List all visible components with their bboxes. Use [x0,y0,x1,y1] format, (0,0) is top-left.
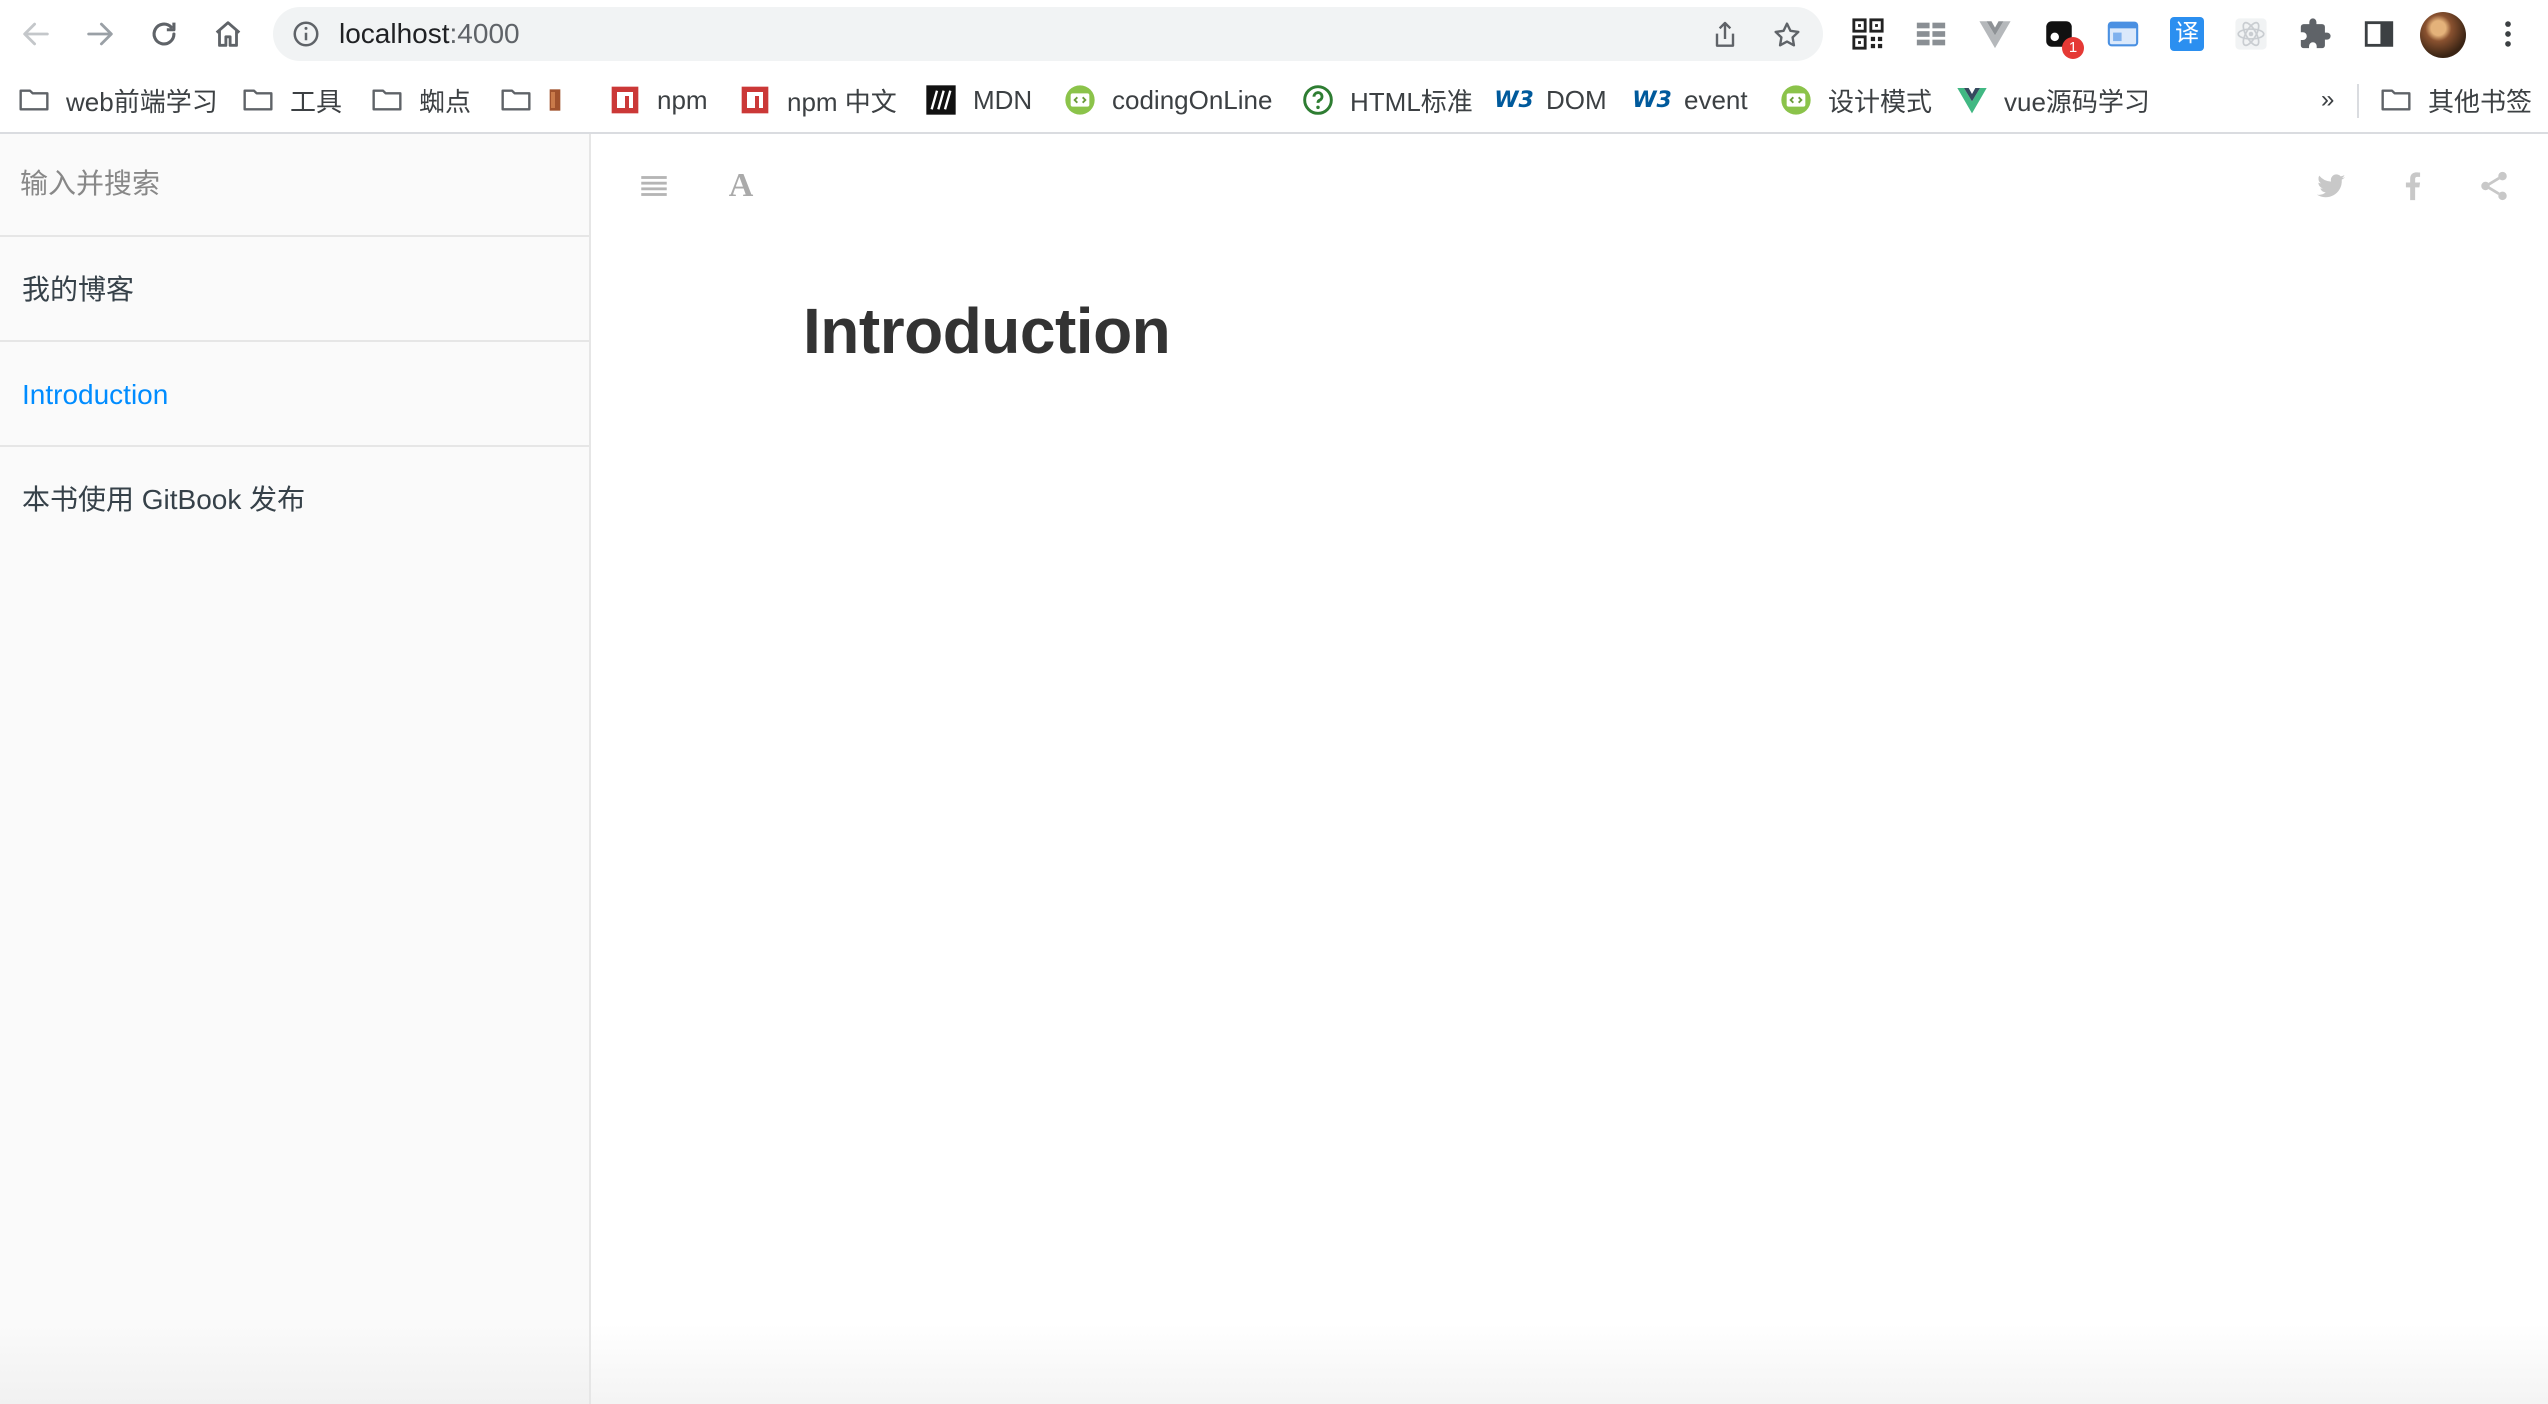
grid-extension-icon[interactable] [1912,15,1950,53]
bookmark-folder-book[interactable] [500,68,562,132]
forward-button[interactable] [78,12,122,56]
star-icon[interactable] [1771,19,1803,51]
side-panel-icon[interactable] [2360,15,2398,53]
summary-item-blog[interactable]: 我的博客 [0,237,589,342]
info-icon[interactable] [291,19,321,49]
facebook-share-button[interactable] [2391,164,2435,208]
bookmark-design-patterns[interactable]: 设计模式 [1780,68,1932,132]
npm-icon [609,84,641,116]
bookmark-label: HTML标准 [1350,86,1473,117]
url-port: :4000 [449,18,520,49]
mdn-icon [925,84,957,116]
font-settings-icon: A [728,167,754,204]
folder-icon [242,84,274,116]
translate-glyph: 译 [2170,17,2204,51]
bookmark-npm[interactable]: npm [609,68,708,132]
bookmark-event[interactable]: W3 event [1632,68,1748,132]
back-button[interactable] [14,12,58,56]
book-summary-sidebar: 我的博客 Introduction 本书使用 GitBook 发布 [0,134,591,1404]
notification-badge: 1 [2062,37,2084,59]
summary-list: 我的博客 Introduction 本书使用 GitBook 发布 [0,237,589,552]
bookmark-label: MDN [973,84,1033,115]
code-icon [1064,84,1096,116]
bookmarks-bar: web前端学习 工具 蜘点 npm npm 中文 MDN codingOnLin… [0,68,2548,134]
summary-item-gitbook-credit[interactable]: 本书使用 GitBook 发布 [0,447,589,552]
code-icon [1780,84,1812,116]
bookmark-html-standard[interactable]: HTML标准 [1302,68,1473,132]
bookmark-npm-cn[interactable]: npm 中文 [739,68,897,132]
address-bar[interactable]: localhost:4000 [273,7,1823,61]
bookmark-label: npm 中文 [787,86,897,117]
twitter-share-button[interactable] [2309,164,2353,208]
url-text: localhost:4000 [339,7,520,61]
bookmark-folder-spider[interactable]: 蜘点 [371,68,471,132]
puzzle-extensions-icon[interactable] [2296,15,2334,53]
bookmarks-overflow-button[interactable]: » [2321,68,2334,132]
react-extension-icon[interactable] [2232,15,2270,53]
home-icon [215,21,241,47]
window-extension-icon[interactable] [2104,15,2142,53]
bookmark-label: 设计模式 [1828,86,1933,117]
book-icon [548,84,562,116]
bookmark-dom[interactable]: W3 DOM [1494,68,1607,132]
bookmark-label: 其他书签 [2428,86,2533,117]
bookmark-label: 蜘点 [419,86,472,117]
font-settings-button[interactable]: A [719,164,763,208]
more-vert-icon[interactable] [2489,15,2527,53]
folder-icon [500,84,532,116]
bookmark-label: vue源码学习 [2004,86,2150,117]
home-button[interactable] [206,12,250,56]
folder-icon [18,84,50,116]
qr-code-extension-icon[interactable] [1849,15,1887,53]
notification-extension-icon[interactable]: 1 [2040,15,2084,59]
bookmark-mdn[interactable]: MDN [925,68,1032,132]
menu-icon [641,176,667,196]
reload-icon [152,22,176,46]
overflow-chevron: » [2321,86,2335,113]
bookmark-folder-web[interactable]: web前端学习 [18,68,218,132]
question-circle-icon [1302,84,1334,116]
bookmark-label: event [1684,84,1748,115]
bookmark-vue-source[interactable]: vue源码学习 [1956,68,2150,132]
bookmark-folder-other[interactable]: 其他书签 [2380,68,2532,132]
folder-icon [371,84,403,116]
bookmark-label: 工具 [290,86,343,117]
book-body: A Introduction [591,134,2548,1404]
share-icon[interactable] [1709,19,1741,51]
page-title: Introduction [803,295,1171,367]
gitbook-page: 我的博客 Introduction 本书使用 GitBook 发布 A Intr… [0,134,2548,1404]
summary-item-introduction[interactable]: Introduction [0,342,589,447]
w3-icon: W3 [1494,87,1534,113]
share-icon [2481,171,2507,201]
profile-avatar[interactable] [2420,12,2466,58]
bookmark-label: web前端学习 [66,86,218,117]
bookmark-folder-tools[interactable]: 工具 [242,68,342,132]
vue-icon [1956,84,1988,116]
folder-icon [2380,84,2412,116]
toggle-sidebar-button[interactable] [632,164,676,208]
bookmark-label: npm [657,84,708,115]
translate-extension-icon[interactable]: 译 [2168,15,2206,53]
bookmark-label: codingOnLine [1112,84,1273,115]
bookmark-codingonline[interactable]: codingOnLine [1064,68,1272,132]
book-search [0,134,589,237]
arrow-right-icon [87,22,113,46]
facebook-icon [2405,172,2421,201]
vue-devtools-extension-icon[interactable] [1976,15,2014,53]
browser-toolbar: localhost:4000 1 译 [0,0,2548,68]
bookmarks-divider [2357,84,2359,118]
reload-button[interactable] [142,12,186,56]
npm-icon [739,84,771,116]
twitter-icon [2316,174,2346,198]
url-host: localhost [339,18,450,49]
search-input[interactable] [20,152,560,216]
bookmark-label: DOM [1546,84,1607,115]
share-button[interactable] [2472,164,2516,208]
w3-icon: W3 [1632,87,1672,113]
arrow-left-icon [23,22,49,46]
